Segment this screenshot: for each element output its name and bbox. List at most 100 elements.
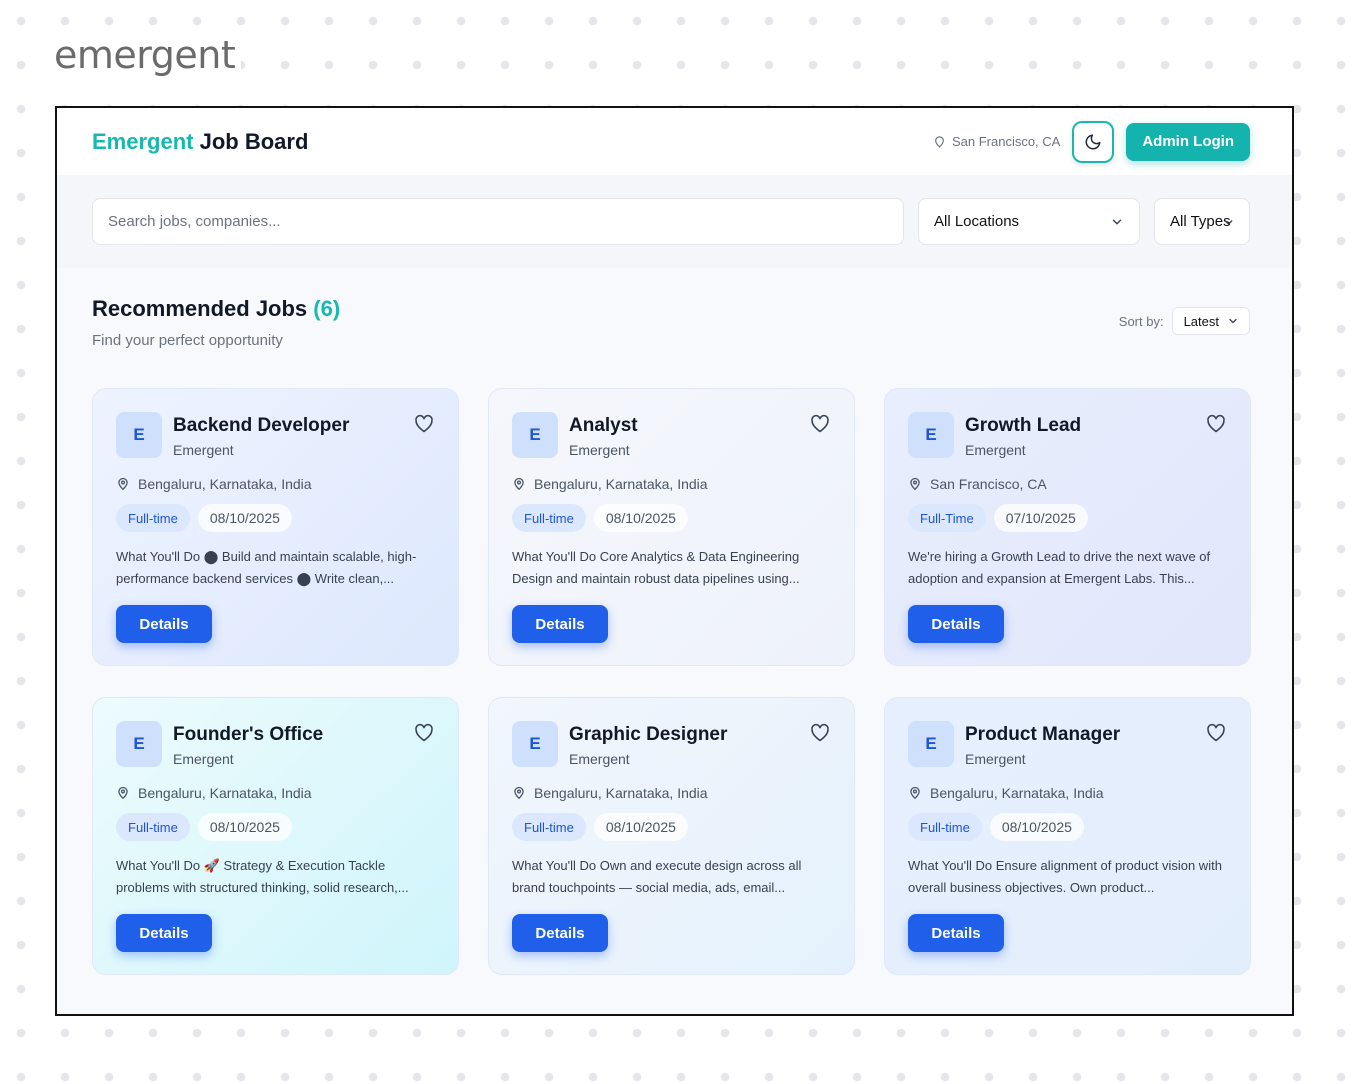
heart-icon (1207, 414, 1225, 433)
job-type-badge: Full-time (512, 504, 586, 532)
chevron-down-icon (1229, 318, 1237, 324)
type-select[interactable]: All Types (1154, 198, 1250, 245)
details-button[interactable]: Details (512, 914, 608, 952)
sort-label: Sort by: (1118, 313, 1164, 329)
section-title-text: Recommended Jobs (92, 296, 308, 321)
job-location: Bengaluru, Karnataka, India (116, 785, 435, 801)
job-card: E Backend Developer Emergent Bengaluru, … (92, 388, 459, 666)
heart-icon (415, 414, 433, 433)
location-select-value: All Locations (934, 213, 1020, 230)
job-card: E Analyst Emergent Bengaluru, Karnataka,… (488, 388, 855, 666)
job-date-badge: 07/10/2025 (993, 504, 1088, 532)
job-date-badge: 08/10/2025 (593, 504, 688, 532)
company-avatar: E (116, 721, 162, 767)
details-button[interactable]: Details (908, 914, 1004, 952)
location-select[interactable]: All Locations (918, 198, 1140, 245)
job-card-header: E Graphic Designer Emergent (512, 721, 831, 767)
job-location-text: Bengaluru, Karnataka, India (930, 785, 1104, 801)
job-type-badge: Full-time (512, 813, 586, 841)
search-input[interactable] (92, 198, 904, 245)
details-button[interactable]: Details (116, 914, 212, 952)
job-location: Bengaluru, Karnataka, India (908, 785, 1227, 801)
app-title[interactable]: Emergent Job Board (92, 129, 308, 155)
job-title[interactable]: Product Manager (965, 724, 1120, 746)
chevron-down-icon (1112, 219, 1122, 224)
job-type-badge: Full-time (116, 504, 190, 532)
job-count: (6) (313, 296, 341, 321)
heart-icon (415, 723, 433, 742)
job-description: We're hiring a Growth Lead to drive the … (908, 549, 1211, 586)
company-name: Emergent (569, 442, 630, 458)
job-tags: Full-time 08/10/2025 (908, 813, 1227, 841)
company-avatar: E (908, 412, 954, 458)
admin-login-button[interactable]: Admin Login (1126, 122, 1250, 161)
sort-select[interactable]: Latest (1171, 307, 1250, 335)
current-location: San Francisco, CA (933, 134, 1060, 149)
details-button[interactable]: Details (512, 605, 608, 643)
heart-icon (811, 414, 829, 433)
top-bar: Emergent Job Board San Francisco, CA Adm… (57, 108, 1292, 175)
favorite-button[interactable] (414, 723, 434, 747)
section-header: Recommended Jobs (6) Find your perfect o… (92, 296, 1250, 349)
section-title: Recommended Jobs (6) (92, 296, 340, 322)
job-title-block: Founder's Office Emergent (173, 724, 323, 767)
map-pin-icon (514, 477, 524, 491)
job-location: Bengaluru, Karnataka, India (116, 476, 435, 492)
job-type-badge: Full-time (908, 813, 982, 841)
job-date-badge: 08/10/2025 (989, 813, 1084, 841)
sort-control: Sort by: Latest (1119, 307, 1250, 335)
job-title[interactable]: Graphic Designer (569, 724, 727, 746)
theme-toggle-button[interactable] (1072, 120, 1115, 163)
job-title-block: Analyst Emergent (569, 415, 638, 458)
company-avatar: E (512, 412, 558, 458)
job-title-block: Growth Lead Emergent (965, 415, 1081, 458)
job-card-header: E Founder's Office Emergent (116, 721, 435, 767)
job-description: What You'll Do Ensure alignment of produ… (908, 858, 1222, 895)
job-description: What You'll Do Core Analytics & Data Eng… (512, 549, 800, 586)
job-card-header: E Product Manager Emergent (908, 721, 1227, 767)
job-date-badge: 08/10/2025 (197, 504, 292, 532)
favorite-button[interactable] (810, 723, 830, 747)
company-name: Emergent (965, 442, 1026, 458)
job-card: E Founder's Office Emergent Bengaluru, K… (92, 697, 459, 975)
moon-icon (1085, 134, 1101, 149)
job-title-block: Graphic Designer Emergent (569, 724, 727, 767)
map-pin-icon (514, 786, 524, 800)
job-title[interactable]: Backend Developer (173, 415, 349, 437)
section-subtitle: Find your perfect opportunity (92, 332, 283, 349)
job-location: San Francisco, CA (908, 476, 1227, 492)
favorite-button[interactable] (1206, 414, 1226, 438)
job-tags: Full-time 08/10/2025 (116, 813, 435, 841)
job-tags: Full-Time 07/10/2025 (908, 504, 1227, 532)
favorite-button[interactable] (414, 414, 434, 438)
company-avatar: E (116, 412, 162, 458)
heart-icon (811, 723, 829, 742)
company-avatar: E (512, 721, 558, 767)
job-title[interactable]: Founder's Office (173, 724, 323, 746)
job-card-header: E Backend Developer Emergent (116, 412, 435, 458)
job-card: E Product Manager Emergent Bengaluru, Ka… (884, 697, 1251, 975)
favorite-button[interactable] (1206, 723, 1226, 747)
job-title[interactable]: Growth Lead (965, 415, 1081, 437)
job-card-header: E Analyst Emergent (512, 412, 831, 458)
sort-select-value: Latest (1183, 313, 1219, 329)
company-name: Emergent (173, 442, 234, 458)
details-button[interactable]: Details (116, 605, 212, 643)
job-tags: Full-time 08/10/2025 (116, 504, 435, 532)
job-location-text: Bengaluru, Karnataka, India (534, 785, 708, 801)
job-description: What You'll Do 🚀 Strategy & Execution Ta… (116, 858, 409, 895)
filter-bar: All Locations All Types (57, 175, 1292, 268)
app-title-accent: Emergent (92, 128, 194, 154)
job-type-badge: Full-Time (908, 504, 986, 532)
job-location-text: Bengaluru, Karnataka, India (138, 785, 312, 801)
job-description: What You'll Do ⬤ Build and maintain scal… (116, 549, 417, 586)
job-date-badge: 08/10/2025 (593, 813, 688, 841)
app-window: Emergent Job Board San Francisco, CA Adm… (55, 106, 1294, 1016)
job-location-text: Bengaluru, Karnataka, India (534, 476, 708, 492)
job-title[interactable]: Analyst (569, 415, 638, 437)
details-button[interactable]: Details (908, 605, 1004, 643)
job-location-text: San Francisco, CA (930, 476, 1047, 492)
favorite-button[interactable] (810, 414, 830, 438)
company-name: Emergent (173, 751, 234, 767)
job-location: Bengaluru, Karnataka, India (512, 785, 831, 801)
